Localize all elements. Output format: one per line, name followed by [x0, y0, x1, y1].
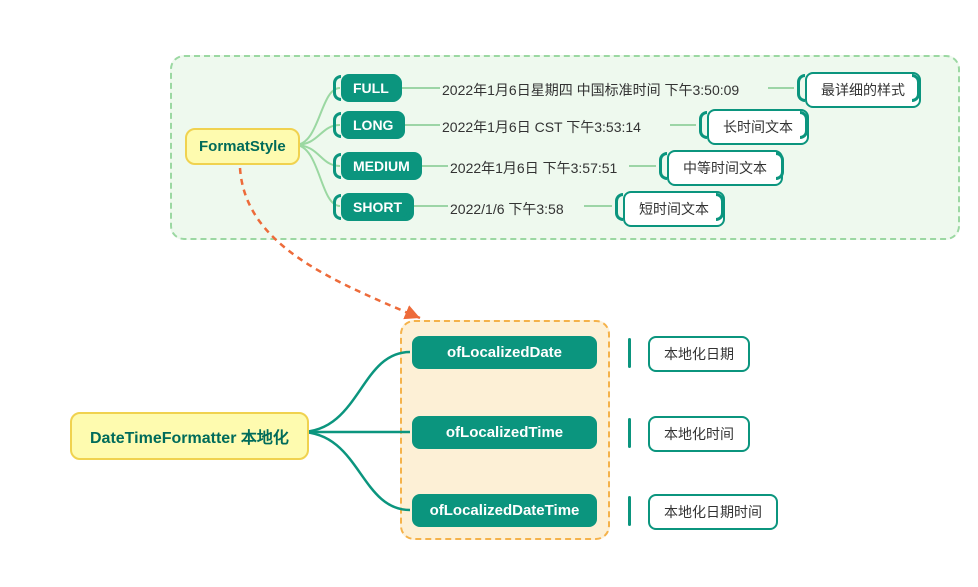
bracket: [333, 194, 341, 220]
bracket: [716, 193, 724, 221]
method-label: ofLocalizedDateTime: [430, 502, 580, 519]
example-short: 2022/1/6 下午3:58: [450, 199, 564, 219]
bar: [628, 418, 631, 448]
bracket: [800, 111, 808, 139]
style-label: FULL: [353, 80, 389, 96]
bracket: [402, 194, 410, 220]
example-text: 2022年1月6日星期四 中国标准时间 下午3:50:09: [442, 80, 739, 100]
note-text: 短时间文本: [639, 199, 709, 219]
bar: [628, 338, 631, 368]
note-full: 最详细的样式: [805, 72, 921, 108]
bar: [628, 496, 631, 526]
method-label: ofLocalizedDate: [447, 344, 562, 361]
note-ofLocalizedDateTime: 本地化日期时间: [648, 494, 778, 530]
bracket: [333, 153, 341, 179]
root-node: DateTimeFormatter 本地化: [70, 412, 309, 460]
note-short: 短时间文本: [623, 191, 725, 227]
note-medium: 中等时间文本: [667, 150, 783, 186]
bracket: [394, 75, 402, 101]
bracket: [776, 152, 784, 180]
method-ofLocalizedTime: ofLocalizedTime: [412, 416, 597, 449]
bracket: [659, 152, 667, 180]
style-label: SHORT: [353, 199, 402, 215]
note-text: 长时间文本: [723, 117, 793, 137]
root-title: DateTimeFormatter 本地化: [90, 424, 289, 448]
example-long: 2022年1月6日 CST 下午3:53:14: [442, 117, 641, 137]
style-label: MEDIUM: [353, 158, 410, 174]
method-ofLocalizedDate: ofLocalizedDate: [412, 336, 597, 369]
method-label: ofLocalizedTime: [446, 424, 563, 441]
bracket: [912, 74, 920, 102]
style-medium: MEDIUM: [341, 152, 422, 180]
example-medium: 2022年1月6日 下午3:57:51: [450, 158, 617, 178]
bracket: [396, 112, 404, 138]
bracket: [615, 193, 623, 221]
note-ofLocalizedTime: 本地化时间: [648, 416, 750, 452]
formatstyle-node: FormatStyle: [185, 128, 300, 165]
note-text: 中等时间文本: [683, 158, 767, 178]
note-label: 本地化日期时间: [664, 502, 762, 522]
example-text: 2022/1/6 下午3:58: [450, 199, 564, 219]
example-text: 2022年1月6日 下午3:57:51: [450, 158, 617, 178]
method-ofLocalizedDateTime: ofLocalizedDateTime: [412, 494, 597, 527]
style-label: LONG: [353, 117, 393, 133]
style-full: FULL: [341, 74, 401, 102]
bracket: [699, 111, 707, 139]
note-ofLocalizedDate: 本地化日期: [648, 336, 750, 372]
example-text: 2022年1月6日 CST 下午3:53:14: [442, 117, 641, 137]
bracket: [333, 75, 341, 101]
bracket: [333, 112, 341, 138]
bracket: [797, 74, 805, 102]
note-label: 本地化时间: [664, 424, 734, 444]
note-long: 长时间文本: [707, 109, 809, 145]
bracket: [412, 153, 420, 179]
note-text: 最详细的样式: [821, 80, 905, 100]
note-label: 本地化日期: [664, 344, 734, 364]
formatstyle-title: FormatStyle: [199, 138, 286, 155]
example-full: 2022年1月6日星期四 中国标准时间 下午3:50:09: [442, 80, 739, 100]
